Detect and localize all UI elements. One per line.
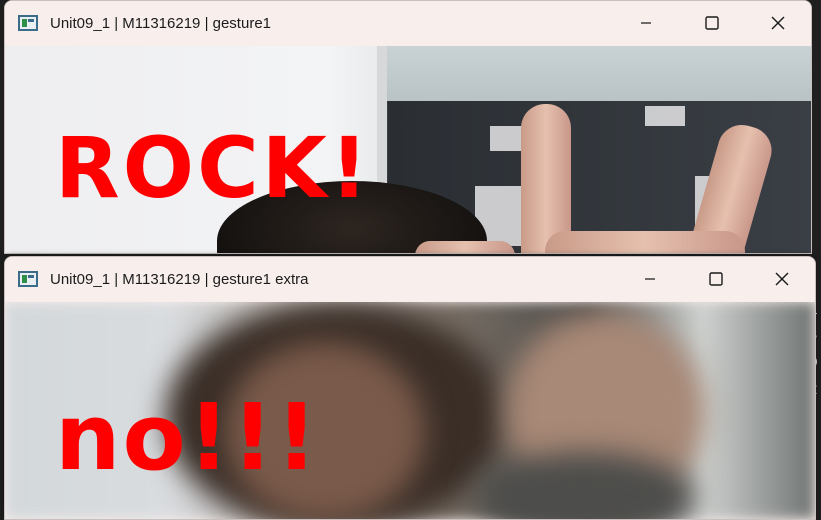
gesture-result-text: no!!! <box>55 384 320 491</box>
camera-hand <box>415 241 515 253</box>
close-icon <box>775 272 789 286</box>
gesture1-window: Unit09_1 | M11316219 | gesture1 ROCK! <box>4 0 812 254</box>
close-button[interactable] <box>745 1 811 45</box>
camera-feed: ROCK! <box>5 46 811 253</box>
minimize-icon <box>641 22 651 24</box>
window-titlebar[interactable]: Unit09_1 | M11316219 | gesture1 <box>5 1 811 45</box>
camera-hand <box>545 231 745 253</box>
gesture-result-text: ROCK! <box>55 119 372 217</box>
camera-feed: no!!! <box>5 302 815 519</box>
minimize-button[interactable] <box>613 1 679 45</box>
window-title: Unit09_1 | M11316219 | gesture1 <box>50 14 272 32</box>
minimize-button[interactable] <box>617 257 683 301</box>
close-button[interactable] <box>749 257 815 301</box>
app-icon <box>18 271 38 287</box>
camera-shape <box>645 106 685 126</box>
window-title: Unit09_1 | M11316219 | gesture1 extra <box>50 270 309 288</box>
maximize-button[interactable] <box>679 1 745 45</box>
maximize-icon <box>709 272 723 286</box>
minimize-icon <box>645 278 655 280</box>
app-icon <box>18 15 38 31</box>
window-titlebar[interactable]: Unit09_1 | M11316219 | gesture1 extra <box>5 257 815 301</box>
maximize-icon <box>705 16 719 30</box>
maximize-button[interactable] <box>683 257 749 301</box>
gesture1-extra-window: Unit09_1 | M11316219 | gesture1 extra no… <box>4 256 816 520</box>
close-icon <box>771 16 785 30</box>
camera-wall <box>385 46 811 101</box>
